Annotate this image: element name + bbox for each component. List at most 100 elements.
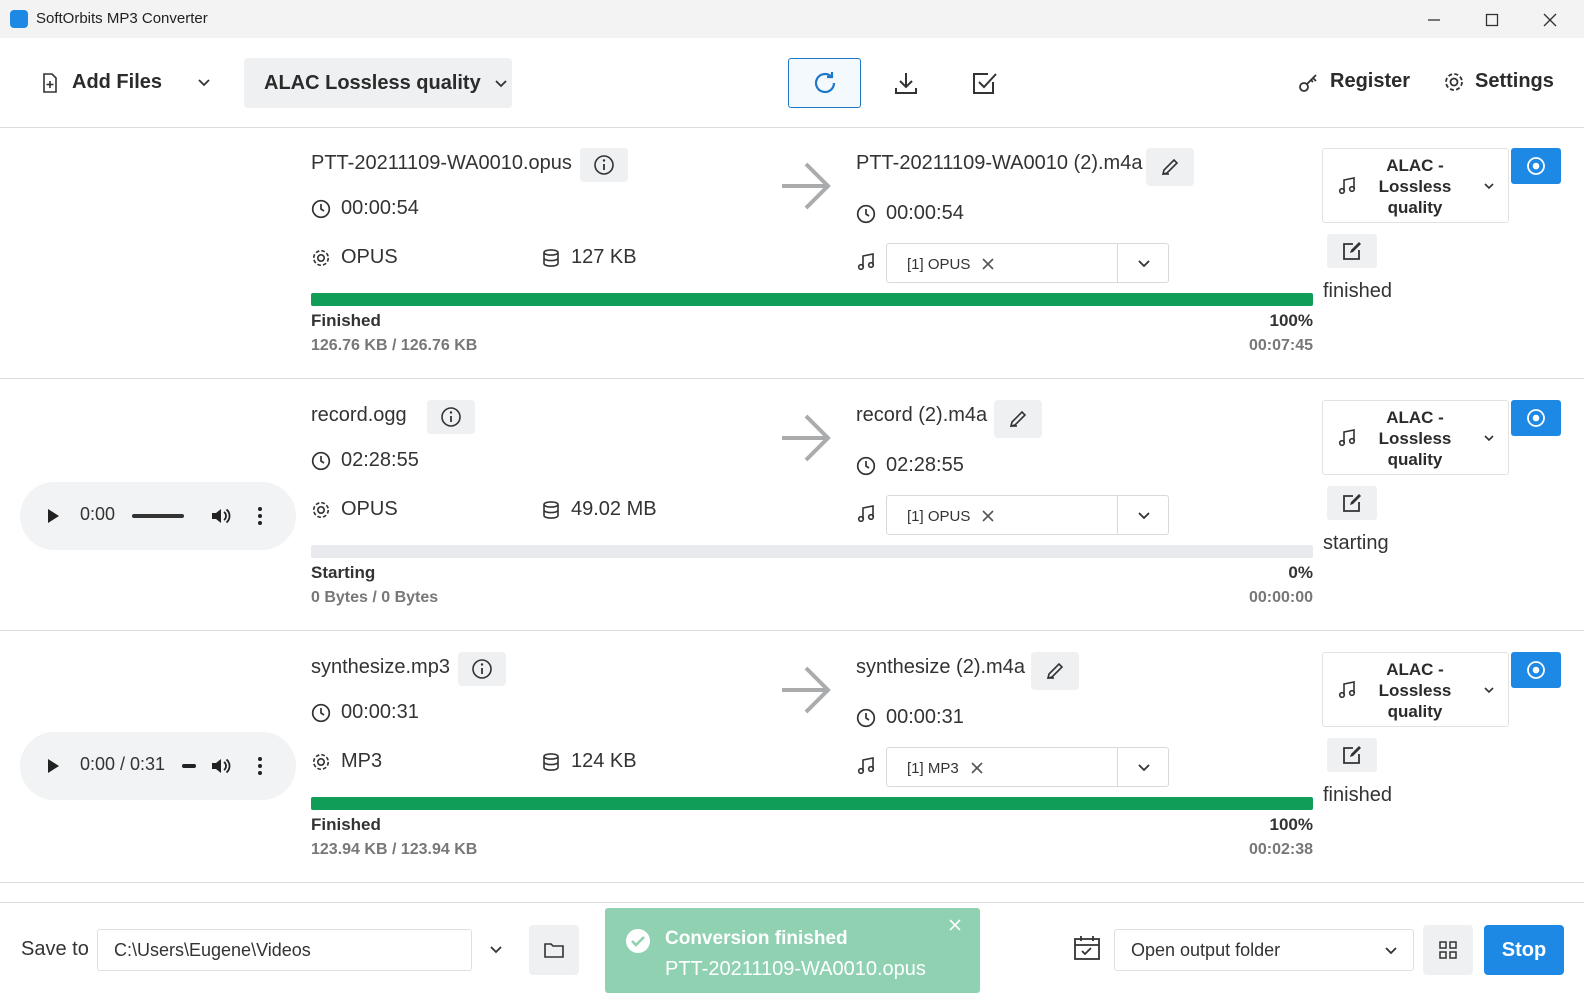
rename-output-button[interactable] — [1031, 652, 1079, 690]
toast-close-button[interactable] — [948, 918, 962, 932]
add-files-dropdown-button[interactable] — [196, 74, 212, 90]
progress-status: Finished — [311, 815, 381, 834]
output-duration-value: 00:00:31 — [886, 706, 964, 728]
edit-note-icon — [1343, 494, 1361, 512]
remove-stream-button[interactable] — [982, 510, 994, 522]
stop-button[interactable]: Stop — [1484, 925, 1564, 975]
title-bar: SoftOrbits MP3 Converter — [0, 0, 1584, 38]
quality-dropdown[interactable]: ALAC Lossless quality — [244, 58, 512, 108]
settings-button[interactable]: Settings — [1443, 70, 1554, 93]
qr-button[interactable] — [1423, 925, 1473, 975]
seek-bar[interactable] — [132, 514, 184, 518]
after-conversion-select[interactable]: Open output folder — [1114, 929, 1414, 971]
conversion-row: PTT-20211109-WA0010.opus 00:00:54 OPUS 1… — [0, 128, 1584, 379]
edit-preset-button[interactable] — [1327, 738, 1377, 772]
file-info-button[interactable] — [458, 652, 506, 686]
gear-icon — [312, 249, 330, 266]
preset-label: ALAC - Lossless quality — [1378, 408, 1452, 469]
music-note-icon — [857, 505, 875, 523]
preset-chevron — [1483, 432, 1495, 444]
maximize-button[interactable] — [1480, 8, 1504, 32]
row-status: finished — [1323, 784, 1392, 806]
progress-percent: 100% — [1269, 311, 1313, 330]
stream-dropdown-button[interactable] — [1117, 748, 1169, 786]
source-duration-value: 00:00:31 — [341, 701, 419, 723]
add-file-icon — [43, 72, 57, 93]
select-all-button[interactable] — [971, 69, 999, 97]
source-duration: 00:00:54 — [311, 197, 419, 220]
stream-chip-label: [1] OPUS — [907, 507, 971, 525]
source-duration-value: 00:00:54 — [341, 197, 419, 219]
music-note-icon — [856, 504, 876, 524]
player-menu-button[interactable] — [257, 506, 263, 526]
progress-percent: 0% — [1288, 563, 1313, 582]
progress-status: Finished — [311, 311, 381, 330]
progress-size: 126.76 KB / 126.76 KB — [311, 337, 478, 354]
close-window-button[interactable] — [1538, 8, 1562, 32]
source-format: OPUS — [311, 246, 398, 269]
edit-preset-button[interactable] — [1327, 486, 1377, 520]
source-duration-value: 02:28:55 — [341, 449, 419, 471]
preview-button[interactable] — [1511, 652, 1561, 688]
stream-dropdown-button[interactable] — [1117, 496, 1169, 534]
save-path-dropdown-button[interactable] — [488, 941, 504, 957]
preview-button[interactable] — [1511, 400, 1561, 436]
remove-stream-button[interactable] — [982, 258, 994, 270]
progress-bar — [311, 293, 1313, 306]
pencil-icon — [1161, 158, 1179, 176]
stream-dropdown-button[interactable] — [1117, 244, 1169, 282]
conversion-row: 0:00 record.ogg 02:28:55 OPUS 49.02 MB r… — [0, 380, 1584, 631]
clock-icon — [856, 204, 876, 223]
volume-button[interactable] — [210, 506, 232, 526]
more-options-icon — [258, 507, 262, 525]
chevron-down-icon — [198, 79, 210, 87]
save-path-field[interactable]: C:\Users\Eugene\Videos — [97, 929, 472, 971]
file-info-button[interactable] — [580, 148, 628, 182]
preset-dropdown[interactable]: ALAC - Lossless quality — [1322, 652, 1509, 727]
audio-stream-select[interactable]: [1] MP3 — [886, 747, 1169, 787]
chevron-down-icon — [1484, 687, 1494, 694]
chevron-down-icon — [495, 80, 507, 88]
audio-stream-select[interactable]: [1] OPUS — [886, 495, 1169, 535]
minimize-button[interactable] — [1422, 8, 1446, 32]
audio-stream-select[interactable]: [1] OPUS — [886, 243, 1169, 283]
edit-note-icon — [1343, 242, 1361, 260]
convert-button[interactable] — [788, 58, 861, 108]
rename-output-button[interactable] — [1146, 148, 1194, 186]
arrow-right-icon — [778, 412, 834, 464]
play-button[interactable] — [46, 758, 60, 774]
preview-button[interactable] — [1511, 148, 1561, 184]
source-size: 127 KB — [541, 246, 637, 269]
source-format: MP3 — [311, 750, 382, 773]
output-file-name: record (2).m4a — [856, 404, 988, 426]
remove-stream-button[interactable] — [971, 762, 983, 774]
play-button[interactable] — [46, 508, 60, 524]
minimize-icon — [1428, 19, 1440, 21]
register-button[interactable]: Register — [1298, 70, 1410, 93]
chevron-down-icon — [1484, 435, 1494, 442]
toolbar: Add Files ALAC Lossless quality Register — [0, 38, 1584, 128]
preset-dropdown[interactable]: ALAC - Lossless quality — [1322, 148, 1509, 223]
source-size-value: 124 KB — [571, 750, 637, 772]
volume-button[interactable] — [210, 756, 232, 776]
stream-chip: [1] MP3 — [907, 757, 983, 779]
file-info-button[interactable] — [427, 400, 475, 434]
add-files-button[interactable]: Add Files — [40, 71, 162, 94]
stream-chip: [1] OPUS — [907, 253, 994, 275]
preset-dropdown[interactable]: ALAC - Lossless quality — [1322, 400, 1509, 475]
player-menu-button[interactable] — [257, 756, 263, 776]
browse-folder-button[interactable] — [529, 925, 579, 975]
edit-preset-button[interactable] — [1327, 234, 1377, 268]
close-icon — [1543, 13, 1557, 27]
seek-bar[interactable] — [182, 764, 196, 768]
music-note-icon — [857, 757, 875, 775]
rename-output-button[interactable] — [994, 400, 1042, 438]
source-file-name: synthesize.mp3 — [311, 656, 450, 678]
progress-bar — [311, 797, 1313, 810]
grid-icon — [1439, 941, 1457, 959]
quality-label: ALAC Lossless quality — [264, 71, 481, 94]
preset-label: ALAC - Lossless quality — [1378, 156, 1452, 217]
download-button[interactable] — [893, 70, 919, 96]
source-format-value: OPUS — [341, 246, 398, 268]
gear-icon — [1445, 72, 1463, 91]
